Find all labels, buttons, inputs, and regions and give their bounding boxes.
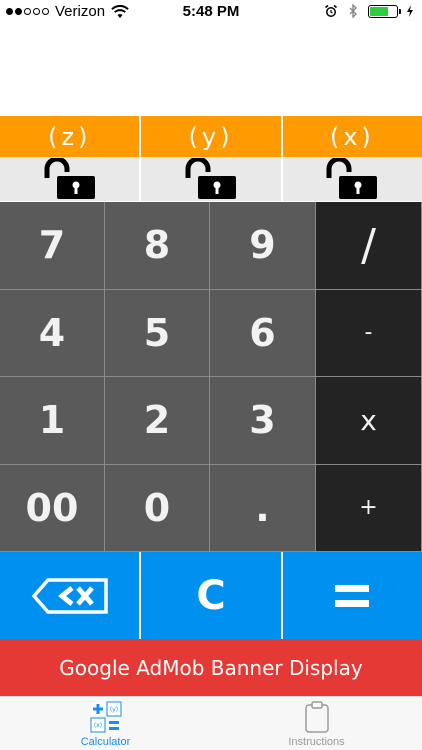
backspace-button[interactable] xyxy=(0,552,140,639)
action-row: C xyxy=(0,552,422,639)
svg-text:(x): (x) xyxy=(93,722,101,729)
calculator-icon: (y) (x) xyxy=(90,701,121,733)
tab-bar: (y) (x) Calculator Instructions xyxy=(0,696,422,750)
lock-z-button[interactable] xyxy=(0,157,140,201)
lock-x-button[interactable] xyxy=(282,157,422,201)
key-0[interactable]: 0 xyxy=(105,464,210,552)
keypad: 7 8 9 / 4 5 6 - 1 2 3 x 00 0 . + xyxy=(0,202,422,552)
key-00[interactable]: 00 xyxy=(0,464,105,552)
key-1[interactable]: 1 xyxy=(0,377,105,465)
key-multiply[interactable]: x xyxy=(316,377,422,465)
bluetooth-icon xyxy=(349,4,357,18)
status-bar: Verizon 5:48 PM xyxy=(0,0,422,24)
unlocked-padlock-icon xyxy=(44,158,95,199)
key-8[interactable]: 8 xyxy=(105,202,210,290)
equals-icon xyxy=(335,584,370,607)
key-plus[interactable]: + xyxy=(316,464,422,552)
unlocked-padlock-icon xyxy=(185,158,236,199)
clipboard-icon xyxy=(304,701,329,733)
key-7[interactable]: 7 xyxy=(0,202,105,290)
key-4[interactable]: 4 xyxy=(0,289,105,377)
key-5[interactable]: 5 xyxy=(105,289,210,377)
charging-bolt-icon xyxy=(407,5,413,17)
battery-icon xyxy=(368,4,401,18)
battery-level xyxy=(370,6,389,16)
variable-z-cell[interactable]: (z) xyxy=(0,116,140,157)
key-decimal[interactable]: . xyxy=(210,464,316,552)
key-3[interactable]: 3 xyxy=(210,377,316,465)
svg-text:(y): (y) xyxy=(109,706,117,713)
tab-instructions[interactable]: Instructions xyxy=(211,697,422,750)
tab-label: Instructions xyxy=(288,736,345,748)
ad-banner-text: Google AdMob Banner Display xyxy=(59,655,363,680)
alarm-icon xyxy=(325,4,337,17)
lock-y-button[interactable] xyxy=(141,157,281,201)
variable-x-cell[interactable]: (x) xyxy=(282,116,422,157)
unlocked-padlock-icon xyxy=(326,158,378,199)
status-right xyxy=(324,4,414,18)
clear-button[interactable]: C xyxy=(141,552,281,639)
lock-row xyxy=(0,157,422,201)
key-9[interactable]: 9 xyxy=(210,202,316,290)
tab-calculator[interactable]: (y) (x) Calculator xyxy=(0,697,211,750)
battery-cap xyxy=(399,8,401,14)
variable-header-row: (z) (y) (x) xyxy=(0,116,422,157)
variable-y-cell[interactable]: (y) xyxy=(141,116,281,157)
tab-label: Calculator xyxy=(80,736,131,748)
key-divide[interactable]: / xyxy=(316,202,422,290)
equals-button[interactable] xyxy=(282,552,422,639)
key-6[interactable]: 6 xyxy=(210,289,316,377)
clear-label: C xyxy=(196,572,226,619)
ad-banner[interactable]: Google AdMob Banner Display xyxy=(0,639,422,696)
key-2[interactable]: 2 xyxy=(105,377,210,465)
backspace-x-icon xyxy=(31,577,108,614)
key-minus[interactable]: - xyxy=(316,289,422,377)
